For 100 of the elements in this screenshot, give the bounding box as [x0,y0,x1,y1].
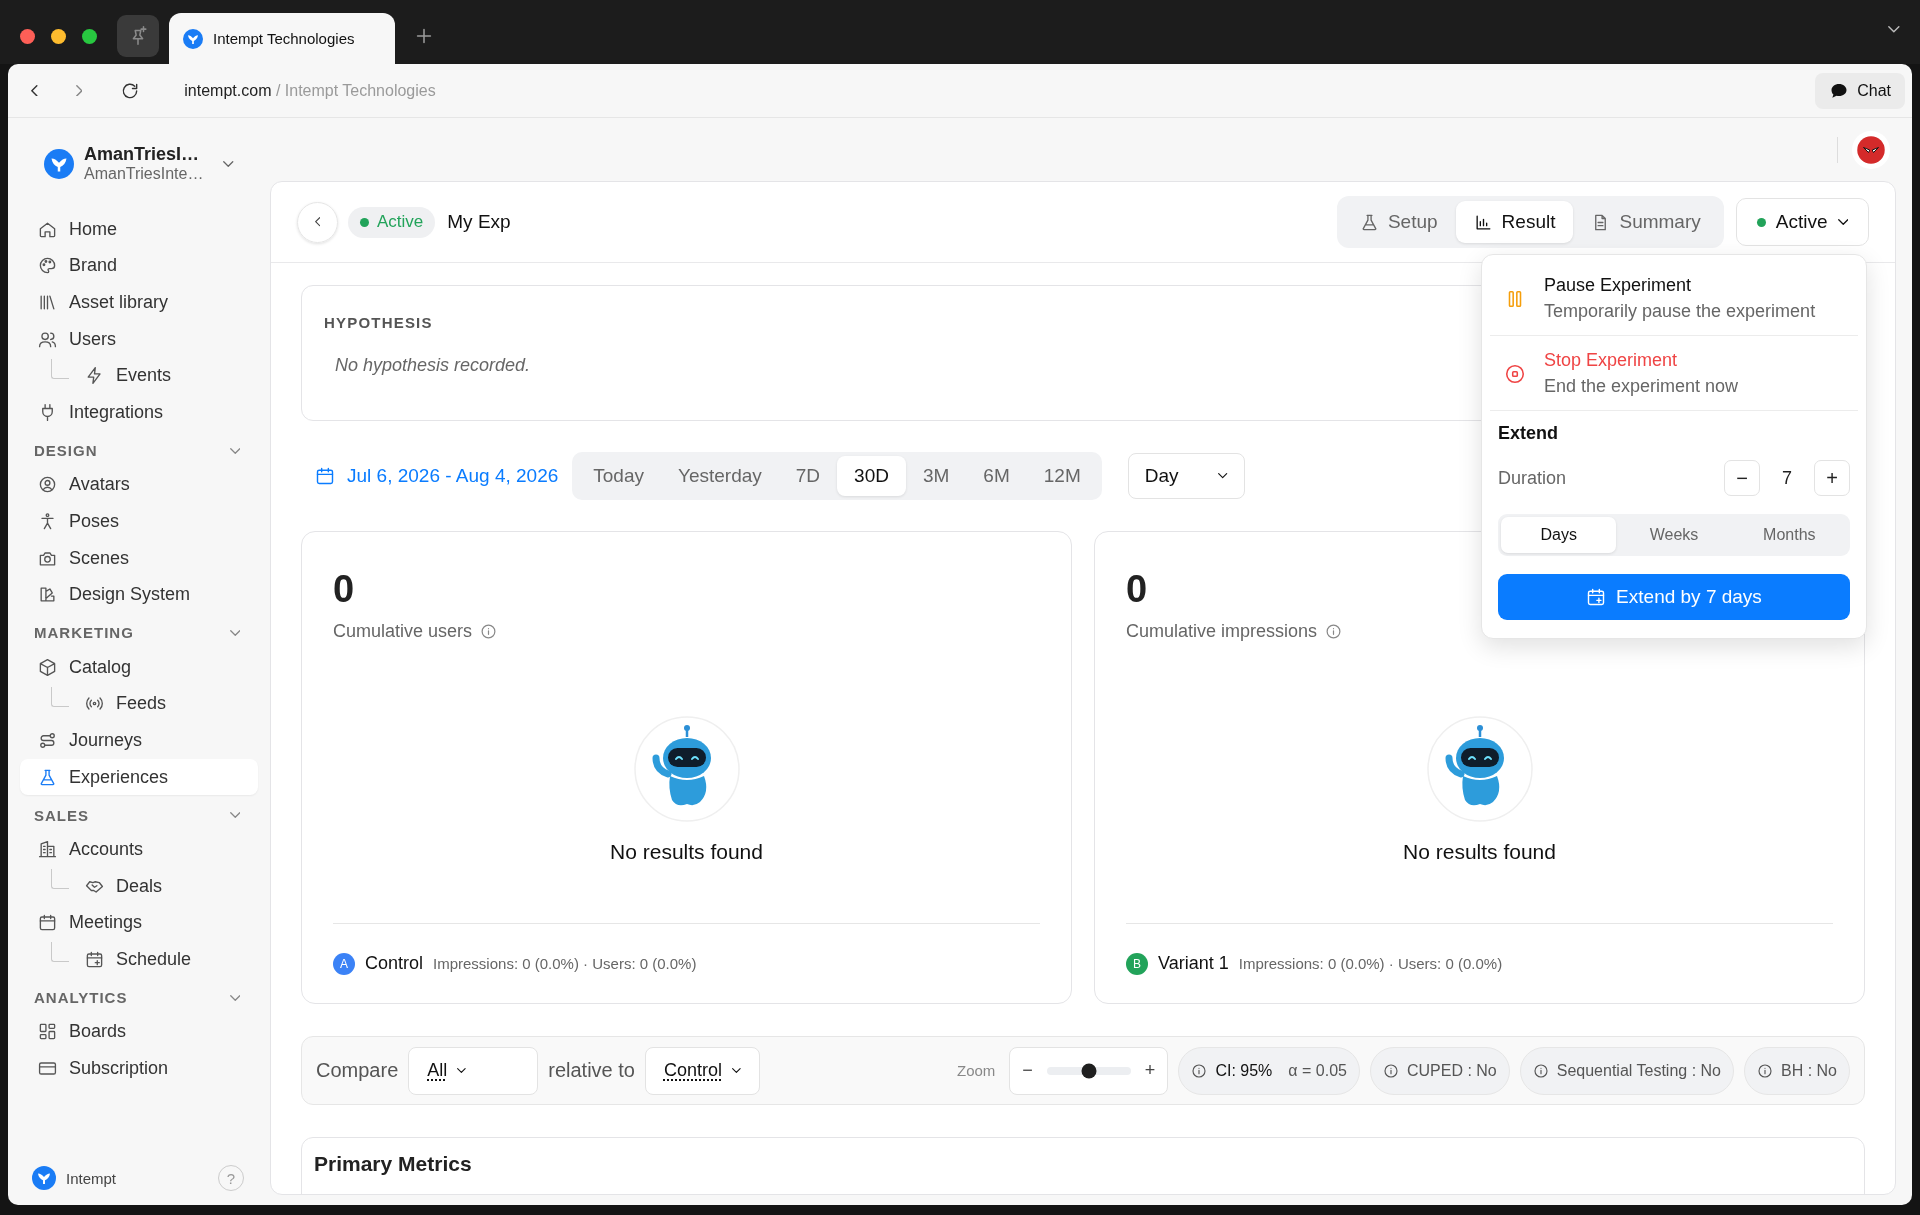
pin-tab-button[interactable] [117,15,159,57]
section-toggle[interactable]: ANALYTICS [20,977,258,1014]
chevron-down-icon [732,1068,741,1073]
user-circle-icon [38,475,57,495]
sidebar-item[interactable]: Scenes [20,539,258,577]
baseline-select[interactable]: Control [645,1046,760,1095]
decrement-button[interactable]: − [1724,460,1760,496]
workspace-switcher-button[interactable] [223,160,234,167]
route-icon [38,730,57,750]
view-tab[interactable]: Result [1455,201,1574,243]
date-preset[interactable]: 7D [778,456,838,496]
sidebar-item[interactable]: Journeys [20,722,258,759]
zoom-label: Zoom [957,1062,996,1079]
info-icon [1757,1062,1773,1079]
sidebar-item[interactable]: Experiences [20,758,258,796]
sidebar-item[interactable]: Accounts [20,831,258,868]
setting-chip[interactable]: CI: 95% α = 0.05 [1178,1046,1360,1095]
metric-value: 0 [333,568,355,611]
back-button[interactable] [31,84,38,97]
chevron-left-icon [31,84,38,97]
status-dot [360,217,369,227]
unit-option[interactable]: Weeks [1616,517,1732,553]
sidebar-item[interactable]: Subscription [20,1050,258,1087]
info-icon[interactable] [480,623,498,640]
sidebar-item[interactable]: Brand [20,247,258,285]
flask-icon [38,767,57,787]
user-avatar[interactable] [1856,134,1886,165]
variant-name: Control [365,953,424,974]
chevron-down-icon [223,160,234,167]
status-dot [1756,217,1766,227]
date-range-picker[interactable]: Jul 6, 2026 - Aug 4, 2026 [315,465,559,487]
granularity-select[interactable]: Day [1127,453,1245,499]
section-title: Primary Metrics [314,1152,473,1176]
section-toggle[interactable]: DESIGN [20,430,258,467]
zoom-out-button[interactable]: − [1022,1060,1033,1081]
tab-list-button[interactable] [1888,26,1900,33]
tree-line [51,942,69,963]
person-icon [38,511,57,531]
sidebar-item[interactable]: Poses [20,503,258,540]
empty-state-text: No results found [1403,839,1556,864]
zoom-slider[interactable] [1046,1066,1131,1075]
compare-label: Compare [316,1059,399,1082]
sidebar-item[interactable]: Avatars [20,466,258,504]
sidebar-item[interactable]: Meetings [20,904,258,942]
section-toggle[interactable]: SALES [20,795,258,832]
zoom-in-button[interactable]: + [1144,1060,1156,1081]
sidebar-item[interactable]: Catalog [20,648,258,686]
info-icon[interactable] [1325,623,1343,640]
workspace-subtitle: AmanTriesInte… [84,165,204,183]
date-preset[interactable]: 30D [837,456,906,496]
extend-button[interactable]: Extend by 7 days [1498,574,1850,620]
metric-label: Cumulative users [333,621,473,642]
section-toggle[interactable]: MARKETING [20,612,258,649]
chevron-down-icon [1218,473,1228,479]
view-tab[interactable]: Setup [1341,201,1456,243]
workspace-name[interactable]: AmanTriesI… [84,144,204,165]
sidebar-item[interactable]: Events [69,357,258,394]
stop-icon [1504,362,1526,385]
date-preset[interactable]: Today [576,456,661,496]
grid-icon [38,1022,57,1042]
close-window-button[interactable] [20,28,35,44]
status-dropdown[interactable]: Active [1735,198,1869,246]
unit-option[interactable]: Days [1501,517,1617,553]
books-icon [38,293,57,312]
sidebar-item[interactable]: Deals [69,867,258,905]
logo-icon [183,28,203,49]
setting-chip[interactable]: CUPED : No [1369,1046,1510,1095]
slider-thumb[interactable] [1081,1063,1097,1078]
sidebar-item[interactable]: Home [20,211,258,248]
address-text[interactable]: intempt.com / Intempt Technologies [184,81,436,100]
maximize-window-button[interactable] [82,28,97,44]
pause-menu-item[interactable]: Pause Experiment Temporarily pause the experiment [1490,261,1858,336]
calendar-plus-icon [1586,587,1607,607]
date-preset[interactable]: Yesterday [661,456,779,496]
chevron-right-icon [75,84,83,97]
tree-line [51,358,69,379]
sidebar-item[interactable]: Feeds [69,685,258,723]
sidebar-item[interactable]: Boards [20,1013,258,1051]
sidebar-item[interactable]: Design System [20,576,258,613]
experiment-title: My Exp [447,211,511,233]
variant-select[interactable]: All [408,1046,539,1095]
view-tab[interactable]: Summary [1573,201,1719,243]
unit-option[interactable]: Months [1731,517,1847,553]
browser-tab[interactable]: Intempt Technologies [169,13,395,64]
forward-button[interactable] [75,84,83,97]
sidebar-item[interactable]: Users [20,320,258,358]
setting-chip[interactable]: BH : No [1744,1046,1850,1095]
sidebar-item[interactable]: Schedule [69,941,258,978]
increment-button[interactable]: + [1814,460,1850,496]
stop-menu-item[interactable]: Stop Experiment End the experiment now [1490,336,1858,411]
setting-chip[interactable]: Sequential Testing : No [1519,1046,1734,1095]
variant-stats: Impressions: 0 (0.0%) · Users: 0 (0.0%) [1238,955,1503,972]
relative-label: relative to [548,1059,635,1082]
chat-button[interactable]: Chat [1815,72,1905,109]
date-preset[interactable]: 6M [966,456,1027,496]
sidebar-item[interactable]: Integrations [20,393,258,431]
date-preset[interactable]: 3M [905,456,967,496]
minimize-window-button[interactable] [51,28,66,44]
date-preset[interactable]: 12M [1026,456,1098,496]
sidebar-item[interactable]: Asset library [20,284,258,321]
